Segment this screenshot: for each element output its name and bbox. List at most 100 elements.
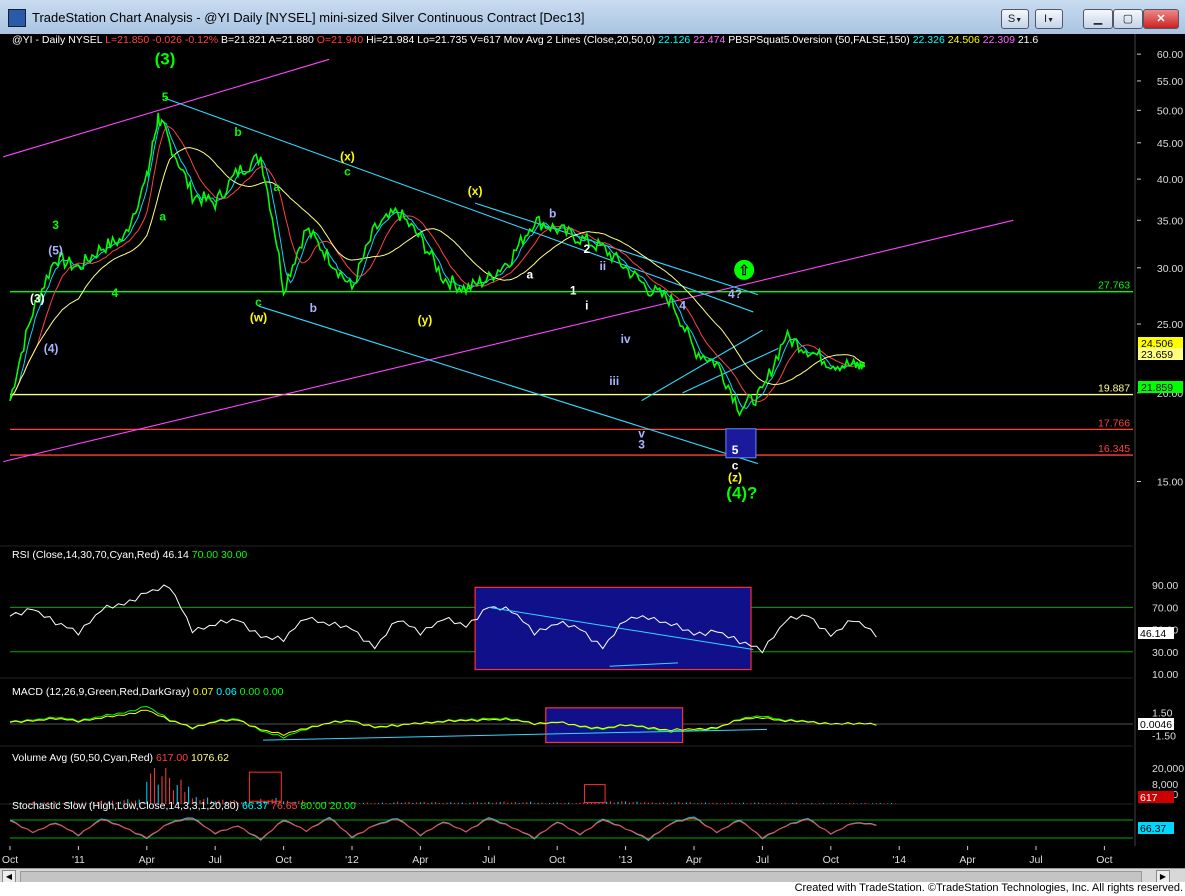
y-tick-label: 70.00: [1152, 602, 1178, 614]
wave-label: a: [526, 267, 533, 281]
wedge-line-upper: [641, 329, 763, 402]
chart-area[interactable]: 27.763 19.887 17.766 16.345 ⇧ (3) 5 3 (5) (3) (4…: [0, 34, 1185, 870]
y-tick-label: 20,000: [1152, 763, 1184, 775]
header-item: 22.309: [980, 34, 1015, 46]
y-tick-label: 50.00: [1157, 105, 1183, 117]
indicator-value: 20.00: [327, 800, 356, 812]
wave-label: (w): [250, 311, 267, 325]
value-tag-label: 21.859: [1141, 382, 1173, 394]
symbol-link-button[interactable]: S▼: [1001, 9, 1029, 29]
up-arrow-glyph: ⇧: [738, 262, 750, 278]
wave-label: b: [549, 207, 556, 221]
maximize-button[interactable]: ▢: [1113, 9, 1143, 29]
indicator-name: Stochastic Slow (High,Low,Close,14,3,3,1…: [12, 800, 239, 812]
wave-label: 4: [679, 299, 686, 313]
target-box: [725, 428, 757, 459]
y-tick-label: -1.50: [1152, 731, 1176, 743]
header-item: 24.506: [945, 34, 980, 46]
downtrend-line-upper: [164, 97, 754, 313]
indicator-name: RSI (Close,14,30,70,Cyan,Red): [12, 549, 160, 561]
channel-line-lower: [3, 219, 1014, 463]
y-tick-label: 8,000: [1152, 779, 1178, 791]
dropdown-arrow-icon: ▼: [1015, 17, 1023, 24]
indicator-header: MACD (12,26,9,Green,Red,DarkGray) 0.07 0…: [12, 686, 284, 698]
trendlines: [3, 58, 1014, 465]
close-button[interactable]: ✕: [1143, 9, 1179, 29]
indicator-value: 0.07: [190, 686, 214, 698]
y-tick-label: 40.00: [1157, 174, 1183, 186]
y-tick-label: 15.00: [1157, 477, 1183, 489]
x-tick-label: Oct: [549, 854, 565, 866]
wave-label: c: [344, 164, 351, 178]
level-label: 27.763: [1098, 280, 1130, 292]
indicator-value: 0.06: [213, 686, 237, 698]
macd-highlight-box: [545, 707, 684, 744]
horizontal-levels: 27.763 19.887 17.766 16.345: [10, 280, 1133, 456]
x-tick-label: Apr: [959, 854, 976, 866]
header-item: B=21.821: [218, 34, 266, 46]
x-tick-label: '14: [892, 854, 906, 866]
y-tick-label: 60.00: [1157, 49, 1183, 61]
indicator-value: 76.65: [268, 800, 297, 812]
wave-label: a: [159, 209, 166, 223]
wave-label: (4)?: [726, 483, 757, 502]
wave-label: iv: [621, 332, 631, 346]
y-tick-label: 90.00: [1152, 580, 1178, 592]
indicator-value: 66.37: [239, 800, 268, 812]
header-item: PBSPSquat5.0version (50,FALSE,150): [725, 34, 909, 46]
downtrend-line-lower: [258, 305, 759, 465]
level-label: 19.887: [1098, 383, 1130, 395]
indicator-value: 46.14: [160, 549, 189, 561]
y-tick-label: 10.00: [1152, 669, 1178, 681]
x-tick-label: Apr: [412, 854, 429, 866]
close-icon: ✕: [1156, 13, 1166, 25]
y-tick-label: 617: [1140, 792, 1158, 804]
wave-label: (z): [728, 471, 742, 485]
wave-label: 3: [638, 437, 645, 451]
wave-label: b: [234, 125, 241, 139]
y-tick-label: 66.37: [1140, 823, 1166, 835]
minimize-icon: ▁: [1093, 13, 1103, 25]
wave-label: iii: [609, 374, 619, 388]
indicator-name: MACD (12,26,9,Green,Red,DarkGray): [12, 686, 190, 698]
wave-label: a: [273, 180, 280, 194]
y-tick-label: 45.00: [1157, 138, 1183, 150]
horizontal-scrollbar[interactable]: ◀ ▶: [0, 868, 1185, 884]
macd-trendline: [263, 728, 767, 741]
wave-label: (y): [418, 313, 433, 327]
footer-text: Created with TradeStation. ©TradeStation…: [794, 882, 1183, 894]
header-item: 21.6: [1015, 34, 1039, 46]
wave-label: i: [585, 299, 588, 313]
chart-canvas[interactable]: 27.763 19.887 17.766 16.345 ⇧ (3) 5 3 (5) (3) (4…: [0, 34, 1185, 870]
x-tick-label: '11: [72, 854, 85, 866]
y-tick-label: 1.50: [1152, 707, 1173, 719]
x-tick-label: Jul: [482, 854, 495, 866]
header-item: O=21.940: [314, 34, 363, 46]
header-item: Mov Avg 2 Lines (Close,20,50,0): [501, 34, 655, 46]
y-axis: 15.0020.0025.0030.0035.0040.0045.0050.00…: [1137, 49, 1184, 835]
y-tick-label: 46.14: [1140, 628, 1166, 640]
x-axis: Oct '11 Apr Jul Oct '12 Apr Jul Oct '13 Apr Jul Oct '…: [2, 846, 1113, 866]
minimize-button[interactable]: ▁: [1083, 9, 1113, 29]
wave-label: 3: [52, 218, 59, 232]
stoch-d: [9, 817, 877, 841]
header-item: A=21.880: [266, 34, 314, 46]
wave-label: (4): [44, 341, 59, 355]
rsi-highlight-box: [474, 586, 752, 671]
x-tick-label: Oct: [823, 854, 839, 866]
x-tick-label: Jul: [1029, 854, 1042, 866]
wave-label: 4?: [728, 287, 742, 301]
header-item: NYSEL: [65, 34, 103, 46]
value-tag-label: 23.659: [1141, 349, 1173, 361]
indicator-link-button[interactable]: I▼: [1035, 9, 1063, 29]
indicator-value: 70.00: [189, 549, 218, 561]
indicator-header: Stochastic Slow (High,Low,Close,14,3,3,1…: [12, 800, 356, 812]
y-tick-label: 25.00: [1157, 319, 1183, 331]
indicator-value: 1076.62: [188, 752, 229, 764]
x-tick-label: Jul: [208, 854, 221, 866]
indicator-value: 617.00: [153, 752, 188, 764]
level-label: 16.345: [1098, 443, 1130, 455]
y-tick-label: 55.00: [1157, 76, 1183, 88]
price-header: @YI - Daily NYSEL L=21.850 -0.026 -0.12%…: [12, 34, 1038, 46]
title-bar: TradeStation Chart Analysis - @YI Daily …: [0, 0, 1185, 35]
